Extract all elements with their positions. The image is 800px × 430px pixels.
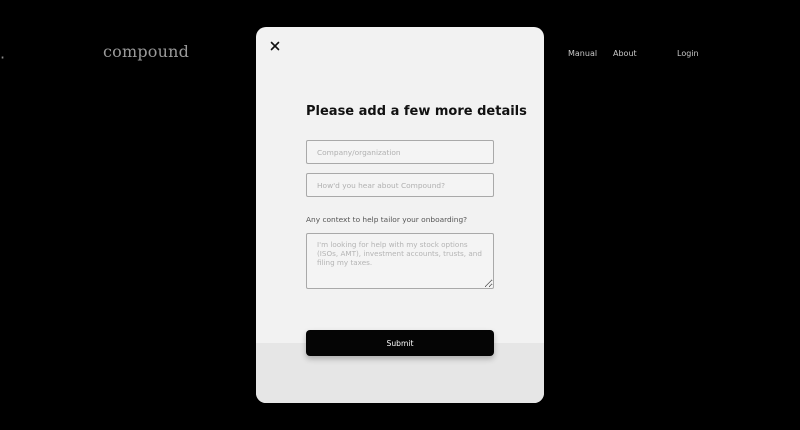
- close-button[interactable]: [268, 39, 282, 53]
- submit-button[interactable]: Submit: [306, 330, 494, 356]
- details-modal: Please add a few more details Any contex…: [256, 27, 544, 403]
- nav-link-login[interactable]: Login: [677, 48, 699, 60]
- nav-link-manual[interactable]: Manual: [568, 48, 597, 60]
- company-field[interactable]: [306, 140, 494, 164]
- referral-source-field[interactable]: [306, 173, 494, 197]
- nav-link-about[interactable]: About: [613, 48, 637, 60]
- context-textarea[interactable]: [306, 233, 494, 289]
- close-icon: [270, 41, 280, 51]
- context-label: Any context to help tailor your onboardi…: [306, 215, 468, 224]
- modal-title: Please add a few more details: [306, 104, 527, 119]
- nav-separator: ·: [0, 48, 6, 67]
